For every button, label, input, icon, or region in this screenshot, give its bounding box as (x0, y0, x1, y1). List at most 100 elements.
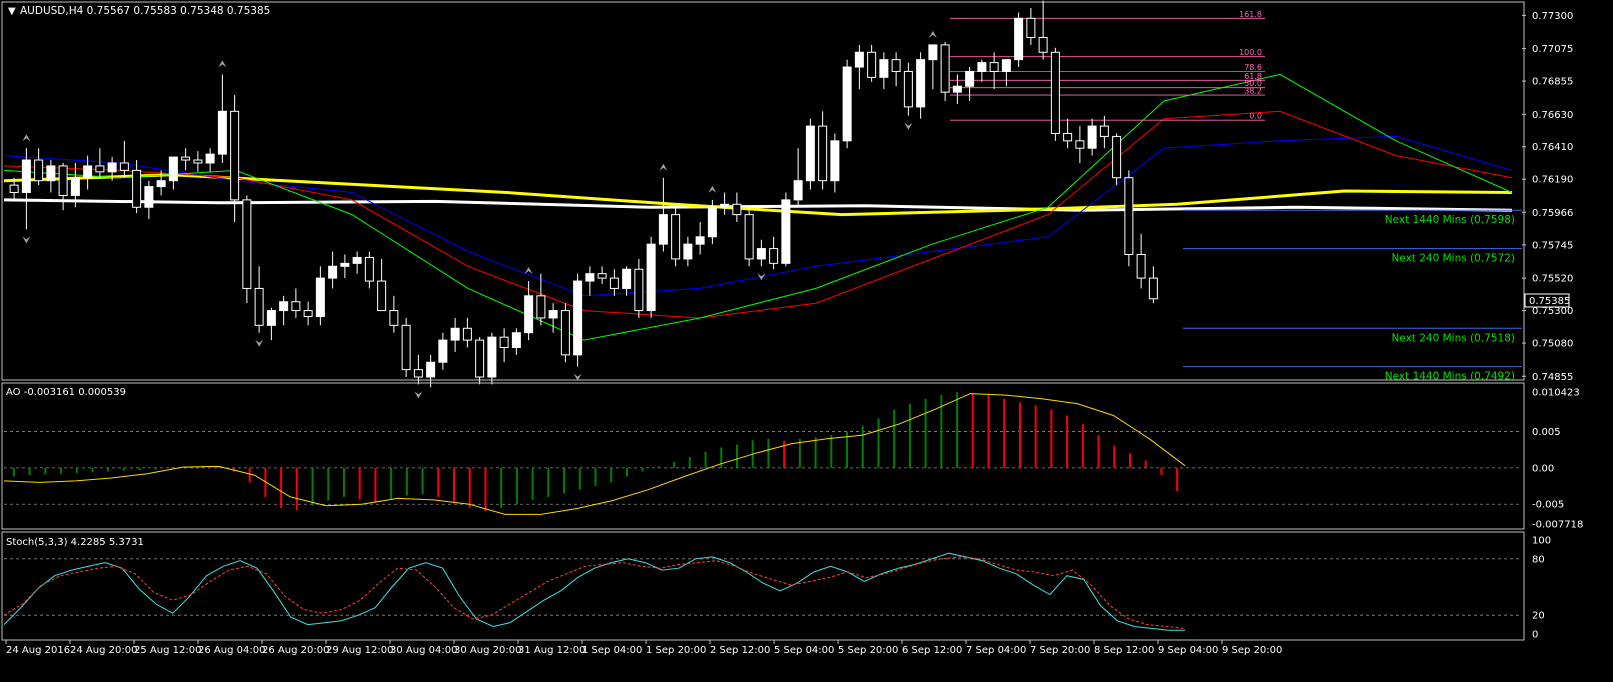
time-tick-label: 2 Sep 12:00 (710, 645, 770, 656)
time-tick-label: 24 Aug 20:00 (70, 645, 137, 656)
candle-body (597, 273, 607, 279)
stoch-header: Stoch(5,3,3) 4.2285 5.3731 (6, 537, 144, 548)
candle-body (524, 295, 534, 334)
price-tick-label: 0.75520 (1532, 274, 1573, 285)
candle-body (671, 214, 681, 260)
candle-body (634, 268, 644, 312)
candle-body (609, 277, 619, 289)
symbol-menu-icon[interactable]: ▼ (8, 6, 16, 17)
candle-body (940, 44, 950, 93)
candle-body (389, 310, 399, 326)
candle-body (903, 70, 913, 108)
candle-body (58, 165, 68, 196)
candle-body (352, 256, 362, 264)
price-tick-label: 0.75966 (1532, 208, 1573, 219)
time-tick-label: 9 Sep 04:00 (1158, 645, 1218, 656)
candle-body (805, 125, 815, 182)
fib-level-label: 38.2 (1244, 87, 1262, 96)
time-tick-label: 30 Aug 20:00 (454, 645, 521, 656)
price-tick-label: 0.76190 (1532, 175, 1573, 186)
candle-body (230, 110, 240, 201)
candle-body (646, 243, 656, 312)
ao-header: AO -0.003161 0.000539 (6, 387, 126, 398)
candle-body (119, 162, 129, 171)
candle-body (548, 310, 558, 319)
candle-body (205, 153, 215, 164)
candle-body (867, 51, 877, 78)
candle-body (34, 159, 44, 182)
candle-body (254, 287, 264, 326)
price-tick-label: 0.74855 (1532, 372, 1573, 383)
candle-body (21, 159, 31, 193)
candle-body (1136, 253, 1146, 279)
candle-body (1099, 125, 1109, 137)
ao-tick-label: -0.005 (1532, 500, 1564, 511)
price-tick-label: 0.76410 (1532, 142, 1573, 153)
fib-level-label: 161.8 (1239, 10, 1262, 19)
candle-body (1075, 140, 1085, 149)
level-label: Next 1440 Mins (0.7598) (1385, 214, 1515, 226)
candle-body (511, 332, 521, 348)
time-tick-label: 30 Aug 04:00 (390, 645, 457, 656)
candle-body (95, 165, 105, 173)
candle-body (315, 277, 325, 317)
symbol-header: AUDUSD,H4 0.75567 0.75583 0.75348 0.7538… (20, 5, 270, 17)
candle-body (242, 199, 252, 289)
candle-body (168, 156, 178, 182)
candle-body (916, 59, 926, 108)
candle-body (181, 156, 191, 161)
chart-canvas[interactable]: Next 1440 Mins (0.7598) Next 240 Mins (0.… (0, 0, 1613, 678)
candle-body (413, 369, 423, 378)
candle-body (793, 180, 803, 201)
time-tick-label: 1 Sep 20:00 (646, 645, 706, 656)
price-tick-label: 0.77300 (1532, 11, 1573, 22)
candle-body (695, 236, 705, 245)
price-tick-label: 0.76855 (1532, 77, 1573, 88)
price-tick-label: 0.76630 (1532, 110, 1573, 121)
time-tick-label: 26 Aug 04:00 (198, 645, 265, 656)
candle-body (842, 66, 852, 142)
candle-body (707, 206, 717, 238)
candle-body (573, 280, 583, 356)
candle-body (622, 268, 632, 289)
candle-body (303, 310, 313, 317)
time-tick-label: 26 Aug 20:00 (262, 645, 329, 656)
price-tick-label: 0.75300 (1532, 306, 1573, 317)
candle-body (952, 85, 962, 93)
candle-body (658, 214, 668, 245)
candle-body (217, 110, 227, 155)
candle-body (83, 165, 93, 179)
trading-chart[interactable]: Next 1440 Mins (0.7598) Next 240 Mins (0.… (0, 0, 1613, 678)
candle-body (769, 248, 779, 264)
candle-body (1112, 135, 1122, 179)
candle-body (340, 262, 350, 267)
time-tick-label: 8 Sep 12:00 (1094, 645, 1154, 656)
candle-body (830, 140, 840, 182)
candle-body (9, 184, 19, 193)
time-tick-label: 7 Sep 04:00 (966, 645, 1026, 656)
candle-body (732, 203, 742, 216)
candle-body (46, 165, 56, 182)
level-label: Next 240 Mins (0.7518) (1391, 332, 1515, 344)
candle-body (1038, 37, 1048, 53)
fib-level-label: 78.6 (1244, 63, 1262, 72)
candle-body (487, 336, 497, 378)
candle-body (279, 301, 289, 312)
candle-body (1050, 51, 1060, 134)
candle-body (438, 339, 448, 363)
time-tick-label: 31 Aug 12:00 (518, 645, 585, 656)
time-tick-label: 7 Sep 20:00 (1030, 645, 1090, 656)
time-tick-label: 5 Sep 04:00 (774, 645, 834, 656)
candle-body (818, 125, 828, 182)
candle-body (328, 265, 338, 279)
level-label: Next 1440 Mins (0.7492) (1385, 371, 1515, 383)
candle-body (977, 62, 987, 72)
ao-tick-label: 0.010423 (1532, 388, 1580, 399)
candle-body (475, 339, 485, 378)
candle-body (928, 44, 938, 61)
price-tick-label: 0.75745 (1532, 240, 1573, 251)
candle-body (560, 310, 570, 356)
candle-body (989, 62, 999, 72)
price-tick-label: 0.77075 (1532, 44, 1573, 55)
ao-tick-label: 0.00 (1532, 463, 1554, 474)
